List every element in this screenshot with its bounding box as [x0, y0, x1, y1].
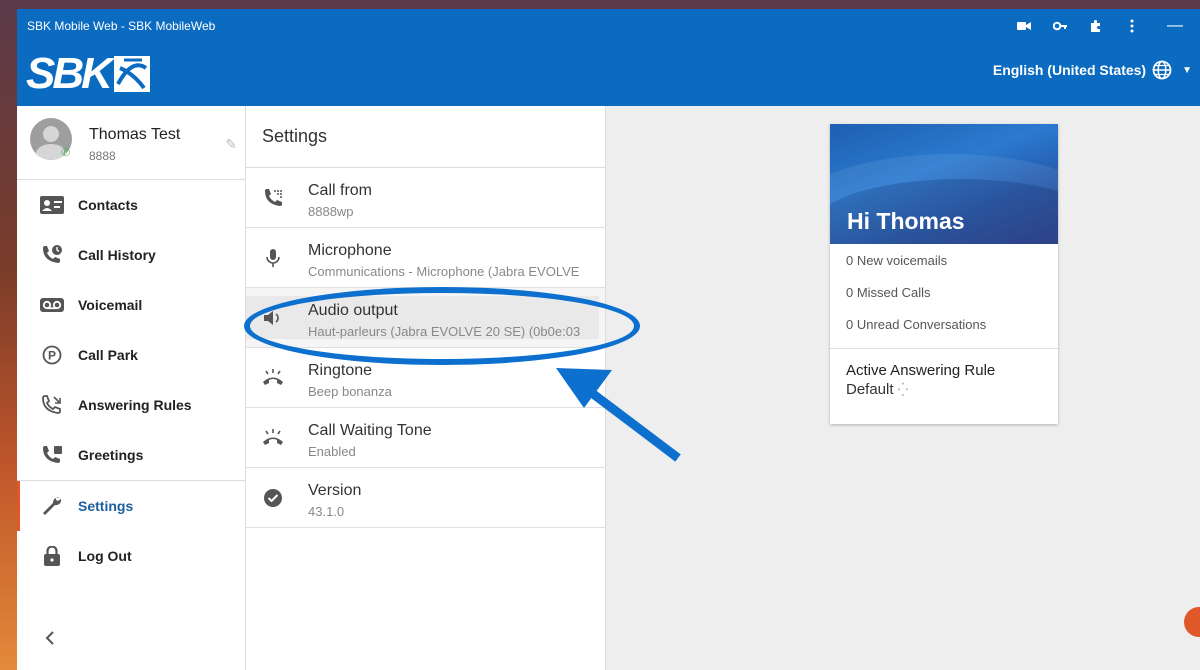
voicemail-icon: [39, 293, 65, 317]
user-profile: ✆ Thomas Test 8888 ✎: [17, 106, 245, 180]
greeting-text: Hi Thomas: [847, 208, 965, 234]
loading-spinner-icon: ⁛: [897, 382, 909, 397]
sidebar-item-answering-rules[interactable]: Answering Rules: [17, 380, 245, 430]
answering-rule-name: Default: [846, 381, 894, 398]
logo-text: SBK: [26, 49, 113, 98]
sidebar-item-label: Greetings: [78, 447, 144, 463]
settings-title: Settings: [246, 106, 605, 168]
profile-extension: 8888: [89, 149, 116, 163]
globe-icon: [1152, 60, 1172, 80]
greetings-icon: [39, 443, 65, 467]
app-header: SBK English (United States) ▼: [17, 42, 1200, 106]
setting-label: Microphone: [308, 242, 392, 259]
wrench-icon: [39, 494, 65, 518]
setting-label: Ringtone: [308, 362, 373, 379]
profile-name: Thomas Test: [89, 126, 181, 143]
stat-missed-calls[interactable]: 0 Missed Calls: [830, 276, 1058, 308]
ringtone-icon: [260, 366, 286, 390]
sidebar-item-label: Call Park: [78, 347, 138, 363]
lock-icon: [39, 544, 65, 568]
stat-unread-conversations[interactable]: 0 Unread Conversations: [830, 308, 1058, 340]
annotation-arrow: [556, 368, 681, 462]
svg-text:P: P: [48, 349, 56, 363]
call-park-icon: P: [39, 343, 65, 367]
sidebar-item-settings[interactable]: Settings: [17, 481, 245, 531]
logo-globe-icon: [113, 56, 150, 92]
microphone-icon: [260, 246, 286, 270]
chevron-left-icon: [45, 631, 54, 645]
answering-rule-value[interactable]: Default ⁛: [830, 381, 1058, 398]
setting-value: 8888wp: [308, 204, 354, 219]
floating-action-button[interactable]: [1184, 607, 1200, 637]
edit-pencil-icon[interactable]: ✎: [225, 136, 237, 153]
welcome-banner: Hi Thomas: [830, 124, 1058, 244]
minimize-button[interactable]: —: [1150, 17, 1200, 35]
setting-value: 43.1.0: [308, 504, 345, 519]
welcome-card: Hi Thomas 0 New voicemails 0 Missed Call…: [830, 124, 1058, 424]
phone-status-icon: ✆: [61, 147, 71, 159]
sidebar: ✆ Thomas Test 8888 ✎ Contacts Call Histo…: [17, 106, 246, 670]
extension-icon[interactable]: [1078, 9, 1114, 42]
settings-row-microphone[interactable]: Microphone Communications - Microphone (…: [246, 228, 605, 288]
sidebar-item-call-history[interactable]: Call History: [17, 230, 245, 280]
settings-row-version[interactable]: Version 43.1.0: [246, 468, 605, 528]
call-history-icon: [39, 243, 65, 267]
sidebar-item-voicemail[interactable]: Voicemail: [17, 280, 245, 330]
annotation-ellipse: [244, 287, 640, 365]
sidebar-item-log-out[interactable]: Log Out: [17, 531, 245, 581]
setting-value: Communications - Microphone (Jabra EVOLV…: [308, 264, 580, 279]
more-vert-icon[interactable]: [1114, 9, 1150, 42]
camera-icon[interactable]: [1006, 9, 1042, 42]
sidebar-item-call-park[interactable]: P Call Park: [17, 330, 245, 380]
check-circle-icon: [260, 486, 286, 510]
setting-label: Call Waiting Tone: [308, 422, 432, 439]
answering-rules-icon: [39, 393, 65, 417]
sidebar-item-label: Settings: [78, 498, 134, 514]
contacts-icon: [39, 193, 65, 217]
call-waiting-icon: [260, 426, 286, 450]
setting-label: Call from: [308, 182, 373, 199]
title-bar: SBK Mobile Web - SBK MobileWeb —: [17, 9, 1200, 42]
chevron-down-icon: ▼: [1182, 64, 1192, 76]
language-selector[interactable]: English (United States) ▼: [993, 60, 1192, 80]
sidebar-item-greetings[interactable]: Greetings: [17, 430, 245, 480]
sidebar-item-label: Voicemail: [78, 297, 143, 313]
language-label: English (United States): [992, 62, 1147, 78]
sidebar-item-label: Call History: [78, 247, 156, 263]
stat-new-voicemails[interactable]: 0 New voicemails: [830, 244, 1058, 276]
card-divider: [830, 348, 1058, 349]
phone-dialpad-icon: [260, 186, 286, 210]
setting-label: Version: [308, 482, 362, 499]
sidebar-item-label: Answering Rules: [78, 397, 192, 413]
answering-rule-title: Active Answering Rule: [846, 362, 996, 379]
sidebar-item-contacts[interactable]: Contacts: [17, 180, 245, 230]
collapse-sidebar-button[interactable]: [45, 629, 55, 652]
sbk-logo: SBK: [26, 48, 152, 100]
window-title: SBK Mobile Web - SBK MobileWeb: [27, 18, 216, 33]
sidebar-item-label: Log Out: [78, 548, 132, 564]
settings-row-call-from[interactable]: Call from 8888wp: [246, 168, 605, 228]
key-icon[interactable]: [1042, 9, 1078, 42]
sidebar-item-label: Contacts: [78, 197, 138, 213]
